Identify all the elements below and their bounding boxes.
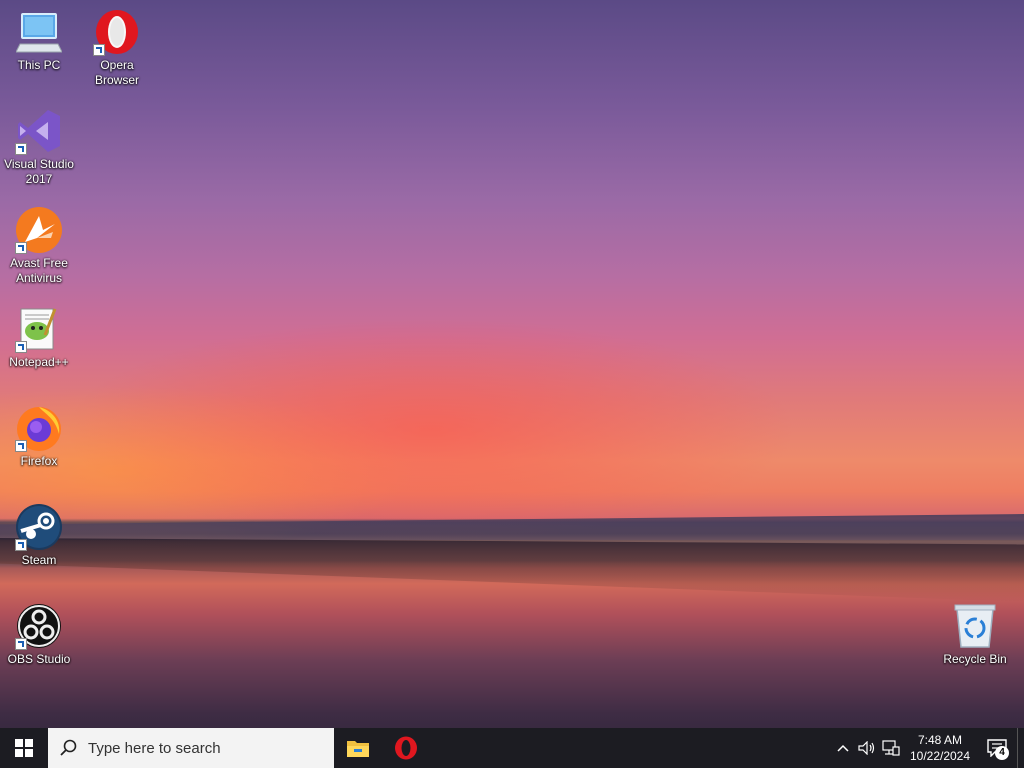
desktop-icon-opera-browser[interactable]: Opera Browser (79, 8, 155, 88)
taskbar-file-explorer[interactable] (334, 728, 382, 768)
avast-icon (15, 206, 63, 254)
system-tray: 7:48 AM 10/22/2024 4 (831, 728, 1024, 768)
clock-date: 10/22/2024 (909, 749, 971, 763)
chevron-up-icon (837, 744, 849, 752)
search-placeholder: Type here to search (88, 739, 221, 757)
notepad-plus-plus-icon (15, 305, 63, 353)
obs-studio-icon (15, 602, 63, 650)
start-button[interactable] (0, 728, 48, 768)
shortcut-arrow-icon (15, 440, 27, 452)
steam-icon (15, 503, 63, 551)
desktop-icon-label: Steam (21, 553, 57, 567)
show-hidden-icons-button[interactable] (831, 728, 855, 768)
desktop-icon-label: Avast Free Antivirus (10, 256, 68, 285)
volume-button[interactable] (855, 728, 879, 768)
opera-icon (93, 8, 141, 56)
volume-icon (858, 741, 875, 755)
windows-logo-icon (15, 739, 33, 757)
clock[interactable]: 7:48 AM 10/22/2024 (903, 732, 977, 764)
clock-time: 7:48 AM (917, 733, 963, 747)
visual-studio-icon (15, 107, 63, 155)
shortcut-arrow-icon (15, 242, 27, 254)
taskbar: Type here to search 7:48 AM 10/22/2024 4 (0, 728, 1024, 768)
desktop-icon-label: OBS Studio (7, 652, 71, 666)
network-icon (882, 740, 900, 756)
shortcut-arrow-icon (15, 143, 27, 155)
show-desktop-button[interactable] (1017, 728, 1024, 768)
file-explorer-icon (347, 741, 369, 757)
desktop-icon-steam[interactable]: Steam (1, 503, 77, 568)
desktop-icon-obs-studio[interactable]: OBS Studio (1, 602, 77, 667)
this-pc-icon (15, 8, 63, 56)
desktop-icon-label: Recycle Bin (943, 652, 1007, 666)
desktop: This PC Opera Browser Visual Studio 2017 (0, 0, 1024, 768)
firefox-icon (15, 404, 63, 452)
network-button[interactable] (879, 728, 903, 768)
action-center-button[interactable]: 4 (977, 728, 1017, 768)
notification-count-badge: 4 (995, 746, 1009, 760)
desktop-icon-label: This PC (17, 58, 61, 72)
shortcut-arrow-icon (15, 341, 27, 353)
wallpaper-horizon (0, 514, 1024, 540)
desktop-icon-this-pc[interactable]: This PC (1, 8, 77, 73)
opera-icon (395, 736, 417, 760)
shortcut-arrow-icon (15, 638, 27, 650)
wallpaper-shore (0, 538, 1024, 602)
desktop-icon-firefox[interactable]: Firefox (1, 404, 77, 469)
desktop-icon-label: Notepad++ (9, 355, 69, 369)
desktop-icon-visual-studio-2017[interactable]: Visual Studio 2017 (1, 107, 77, 187)
desktop-icon-recycle-bin[interactable]: Recycle Bin (937, 602, 1013, 667)
search-icon (60, 739, 77, 756)
taskbar-opera[interactable] (382, 728, 430, 768)
recycle-bin-icon (951, 602, 999, 650)
shortcut-arrow-icon (93, 44, 105, 56)
desktop-icon-avast-free-antivirus[interactable]: Avast Free Antivirus (1, 206, 77, 286)
desktop-icon-notepad-plus-plus[interactable]: Notepad++ (1, 305, 77, 370)
desktop-icon-label: Visual Studio 2017 (4, 157, 74, 186)
search-box[interactable]: Type here to search (48, 728, 334, 768)
desktop-icon-label: Firefox (20, 454, 58, 468)
shortcut-arrow-icon (15, 539, 27, 551)
desktop-icon-label: Opera Browser (94, 58, 139, 87)
